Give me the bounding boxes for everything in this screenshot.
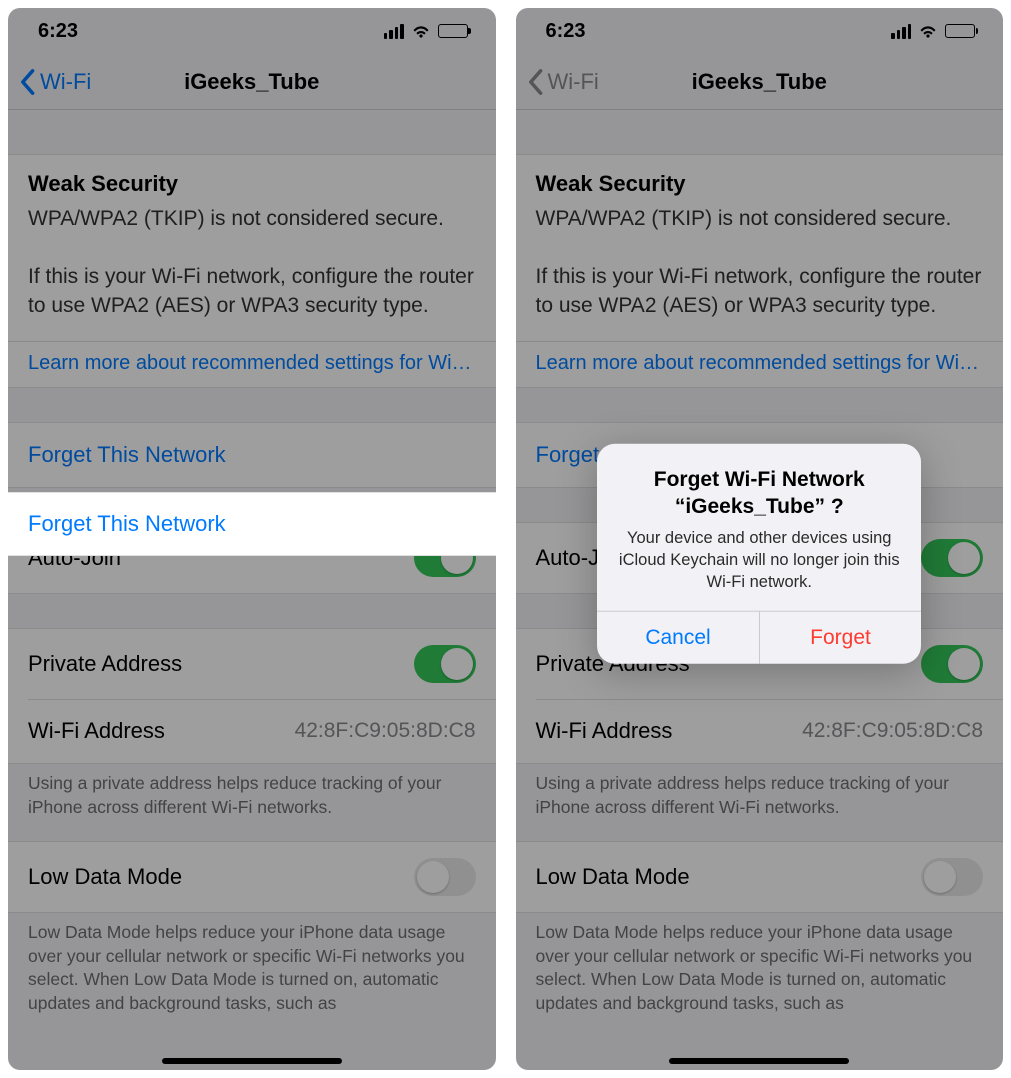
status-bar: 6:23 xyxy=(8,8,496,54)
private-address-row[interactable]: Private Address xyxy=(8,629,496,699)
wifi-address-label: Wi-Fi Address xyxy=(28,718,165,744)
weak-security-block: Weak Security WPA/WPA2 (TKIP) is not con… xyxy=(516,154,1004,341)
wifi-address-value: 42:8F:C9:05:8D:C8 xyxy=(295,719,476,743)
back-label: Wi-Fi xyxy=(548,69,599,95)
battery-icon xyxy=(438,24,468,38)
wifi-address-label: Wi-Fi Address xyxy=(536,718,673,744)
chevron-left-icon xyxy=(18,68,36,96)
private-address-toggle[interactable] xyxy=(921,645,983,683)
learn-more-link[interactable]: Learn more about recommended settings fo… xyxy=(516,341,1004,388)
forget-network-label: Forget This Network xyxy=(28,511,226,537)
status-time: 6:23 xyxy=(546,20,586,43)
page-title: iGeeks_Tube xyxy=(692,69,827,95)
low-data-footer: Low Data Mode helps reduce your iPhone d… xyxy=(8,913,496,1038)
alert-cancel-button[interactable]: Cancel xyxy=(597,612,759,664)
home-indicator xyxy=(162,1058,342,1064)
private-address-label: Private Address xyxy=(28,651,182,677)
weak-security-body: WPA/WPA2 (TKIP) is not considered secure… xyxy=(28,205,476,321)
wifi-icon xyxy=(918,21,938,41)
learn-more-link[interactable]: Learn more about recommended settings fo… xyxy=(8,341,496,388)
private-address-footer: Using a private address helps reduce tra… xyxy=(8,764,496,841)
cellular-signal-icon xyxy=(384,24,404,39)
forget-network-label: Forget This Network xyxy=(28,442,226,468)
low-data-row[interactable]: Low Data Mode xyxy=(516,842,1004,912)
wifi-address-row: Wi-Fi Address 42:8F:C9:05:8D:C8 xyxy=(536,699,1004,763)
phone-left: 6:23 Wi-Fi iGeeks_Tube Weak Security WPA… xyxy=(8,8,496,1070)
weak-security-block: Weak Security WPA/WPA2 (TKIP) is not con… xyxy=(8,154,496,341)
weak-security-heading: Weak Security xyxy=(536,171,984,197)
private-address-toggle[interactable] xyxy=(414,645,476,683)
back-button[interactable]: Wi-Fi xyxy=(526,54,599,109)
low-data-label: Low Data Mode xyxy=(536,864,690,890)
page-title: iGeeks_Tube xyxy=(184,69,319,95)
forget-confirm-alert: Forget Wi-Fi Network “iGeeks_Tube” ? You… xyxy=(597,444,921,664)
low-data-toggle[interactable] xyxy=(414,858,476,896)
low-data-row[interactable]: Low Data Mode xyxy=(8,842,496,912)
low-data-toggle[interactable] xyxy=(921,858,983,896)
auto-join-toggle[interactable] xyxy=(921,539,983,577)
back-label: Wi-Fi xyxy=(40,69,91,95)
status-bar: 6:23 xyxy=(516,8,1004,54)
low-data-footer: Low Data Mode helps reduce your iPhone d… xyxy=(516,913,1004,1038)
status-time: 6:23 xyxy=(38,20,78,43)
forget-network-row-highlight[interactable]: Forget This Network xyxy=(8,492,496,556)
back-button[interactable]: Wi-Fi xyxy=(18,54,91,109)
weak-security-body: WPA/WPA2 (TKIP) is not considered secure… xyxy=(536,205,984,321)
phone-right: 6:23 Wi-Fi iGeeks_Tube Weak Security WPA… xyxy=(516,8,1004,1070)
alert-forget-button[interactable]: Forget xyxy=(759,612,922,664)
low-data-label: Low Data Mode xyxy=(28,864,182,890)
private-address-footer: Using a private address helps reduce tra… xyxy=(516,764,1004,841)
wifi-icon xyxy=(411,21,431,41)
wifi-address-value: 42:8F:C9:05:8D:C8 xyxy=(802,719,983,743)
nav-bar: Wi-Fi iGeeks_Tube xyxy=(8,54,496,110)
home-indicator xyxy=(669,1058,849,1064)
alert-message: Your device and other devices using iClo… xyxy=(613,526,905,593)
chevron-left-icon xyxy=(526,68,544,96)
nav-bar: Wi-Fi iGeeks_Tube xyxy=(516,54,1004,110)
battery-icon xyxy=(945,24,975,38)
alert-title: Forget Wi-Fi Network “iGeeks_Tube” ? xyxy=(613,466,905,521)
forget-network-row[interactable]: Forget This Network xyxy=(8,423,496,487)
cellular-signal-icon xyxy=(891,24,911,39)
weak-security-heading: Weak Security xyxy=(28,171,476,197)
wifi-address-row: Wi-Fi Address 42:8F:C9:05:8D:C8 xyxy=(28,699,496,763)
